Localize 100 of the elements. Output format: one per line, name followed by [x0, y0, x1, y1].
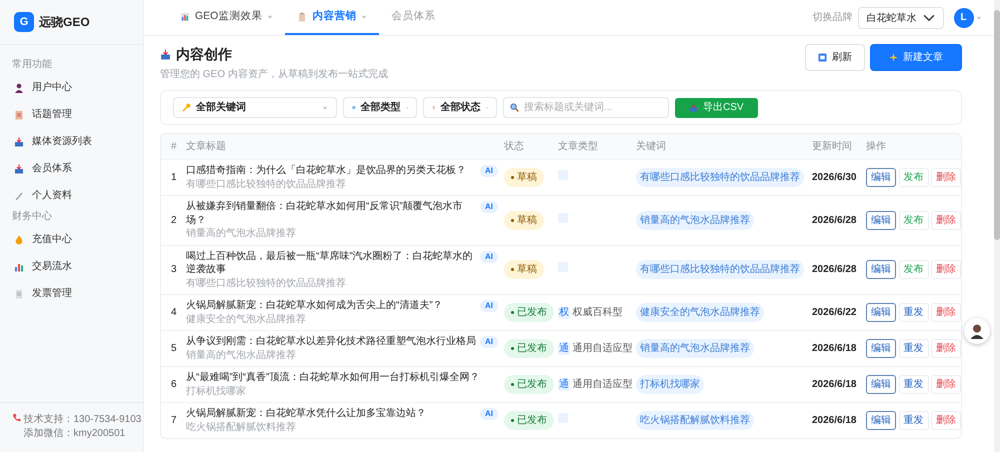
edit-button[interactable]: 编辑: [866, 411, 896, 430]
publish-button[interactable]: 发布: [898, 210, 928, 230]
status-tag: 草稿: [504, 168, 544, 187]
republish-button[interactable]: 重发: [898, 339, 928, 358]
edit-button[interactable]: 编辑: [866, 375, 896, 394]
status-tag: 草稿: [504, 210, 544, 230]
inbox-tray-icon: [689, 103, 698, 112]
update-date: 2026/6/28: [809, 196, 863, 245]
delete-button[interactable]: 删除: [931, 303, 961, 322]
sidebar-item[interactable]: 用户中心: [0, 74, 143, 101]
key-icon: [182, 103, 191, 112]
publish-button[interactable]: 发布: [898, 260, 928, 280]
column-header: 状态: [501, 134, 555, 160]
edit-button[interactable]: 编辑: [866, 303, 896, 322]
refresh-icon: [818, 53, 827, 62]
support-phone: 技术支持：130-7534-9103: [24, 413, 142, 426]
filter-select[interactable]: 全部类型: [343, 97, 417, 118]
delete-button[interactable]: 删除: [931, 339, 961, 358]
update-date: 2026/6/22: [809, 294, 863, 330]
ai-tag: AI: [480, 165, 498, 177]
person-icon: [14, 82, 24, 92]
bar-chart-icon: [14, 262, 24, 272]
sidebar-item[interactable]: 媒体资源列表: [0, 128, 143, 155]
sidebar-item[interactable]: 个人资料: [0, 182, 143, 209]
row-number: 7: [161, 402, 183, 438]
update-date: 2026/6/28: [809, 245, 863, 294]
delete-button[interactable]: 删除: [931, 411, 961, 430]
logo-icon: G: [14, 12, 34, 32]
keyword-tag: 健康安全的气泡水品牌推荐: [636, 303, 764, 322]
keyword-tag: 销量高的气泡水品牌推荐: [636, 339, 754, 358]
article-title: 喝过上百种饮品，最后被一瓶“草席味”汽水圈粉了：白花蛇草水的逆袭故事: [186, 250, 474, 276]
column-header: 更新时间: [809, 134, 863, 160]
edit-button[interactable]: 编辑: [866, 168, 896, 187]
document-icon: [14, 288, 24, 298]
delete-button[interactable]: 删除: [931, 375, 961, 394]
article-title: 从“最难喝”到“真香”顶流：白花蛇草水如何用一台打标机引爆全网？: [186, 371, 480, 384]
sidebar-item[interactable]: 交易流水: [0, 253, 143, 280]
article-keyword: 销量高的气泡水品牌推荐: [186, 227, 297, 240]
notepad-icon: [14, 110, 24, 120]
article-type: 通用自适应型: [572, 378, 632, 392]
column-header: #: [161, 134, 183, 160]
filter-select[interactable]: 全部状态: [423, 97, 497, 118]
row-number: 5: [161, 330, 183, 366]
sidebar-item[interactable]: 会员体系: [0, 155, 143, 182]
article-type: 权威百科型: [572, 306, 622, 320]
filter-select[interactable]: 全部关键词: [173, 97, 337, 118]
column-header: 操作: [863, 134, 961, 160]
ai-tag: AI: [480, 250, 498, 262]
article-keyword: 健康安全的气泡水品牌推荐: [186, 312, 307, 326]
assistant-avatar[interactable]: [964, 318, 990, 344]
republish-button[interactable]: 重发: [898, 375, 928, 394]
sidebar-item[interactable]: 话题管理: [0, 101, 143, 128]
brand-select[interactable]: 白花蛇草水: [858, 6, 944, 28]
keyword-tag: 有哪些口感比较独特的饮品品牌推荐: [636, 168, 804, 187]
ai-tag: AI: [480, 408, 498, 420]
export-csv-button[interactable]: 导出CSV: [675, 98, 758, 118]
sidebar-item[interactable]: 充值中心: [0, 226, 143, 253]
inbox-tray-icon: [14, 164, 24, 174]
ai-tag: AI: [480, 201, 498, 213]
edit-button[interactable]: 编辑: [866, 339, 896, 358]
article-title: 火锅局解腻新宠：白花蛇草水如何成为舌尖上的“清道夫”？: [186, 299, 444, 312]
edit-button[interactable]: 编辑: [866, 260, 896, 280]
search-icon: [510, 103, 519, 112]
user-avatar[interactable]: L: [954, 8, 974, 28]
keyword-tag: 打标机找哪家: [636, 375, 704, 394]
row-number: 2: [161, 196, 183, 245]
column-header: 文章标题: [183, 134, 501, 160]
column-header: 文章类型: [555, 134, 633, 160]
article-type: 通用自适应型: [572, 342, 632, 356]
caret-icon: [976, 16, 982, 20]
type-badge: 权: [558, 306, 570, 318]
republish-button[interactable]: 重发: [898, 303, 928, 322]
row-number: 3: [161, 245, 183, 294]
ai-tag: AI: [480, 300, 498, 312]
article-keyword: 有哪些口感比较独特的饮品品牌推荐: [186, 276, 347, 290]
republish-button[interactable]: 重发: [898, 411, 928, 430]
section-title: 常用功能: [11, 58, 53, 72]
delete-button[interactable]: 删除: [931, 168, 961, 187]
column-header: 关键词: [633, 134, 809, 160]
publish-button[interactable]: 发布: [898, 168, 928, 187]
edit-button[interactable]: 编辑: [866, 210, 896, 230]
article-keyword: 打标机找哪家: [186, 384, 247, 398]
new-article-button[interactable]: 新建文章: [870, 44, 962, 71]
scrollbar-thumb[interactable]: [994, 10, 1000, 240]
refresh-button[interactable]: 刷新: [805, 44, 865, 71]
keyword-tag: 有哪些口感比较独特的饮品品牌推荐: [636, 260, 804, 280]
status-tag: 已发布: [504, 339, 554, 358]
person-icon: [969, 323, 985, 339]
article-title: 从争议到刚需：白花蛇草水以差异化技术路径重塑气泡水行业格局: [186, 335, 476, 348]
delete-button[interactable]: 删除: [931, 260, 961, 280]
status-tag: 草稿: [504, 260, 544, 280]
article-keyword: 有哪些口感比较独特的饮品品牌推荐: [186, 178, 347, 191]
type-badge: 通: [558, 378, 570, 390]
ai-tag: AI: [480, 336, 498, 348]
scrollbar-track[interactable]: [994, 0, 1000, 452]
sidebar-item[interactable]: 发票管理: [0, 280, 143, 307]
nav-tab[interactable]: 内容营销: [285, 0, 380, 35]
nav-tab[interactable]: GEO监测效果: [168, 0, 286, 35]
search-field[interactable]: 搜索标题或关键词...: [503, 97, 669, 118]
delete-button[interactable]: 删除: [931, 210, 961, 230]
